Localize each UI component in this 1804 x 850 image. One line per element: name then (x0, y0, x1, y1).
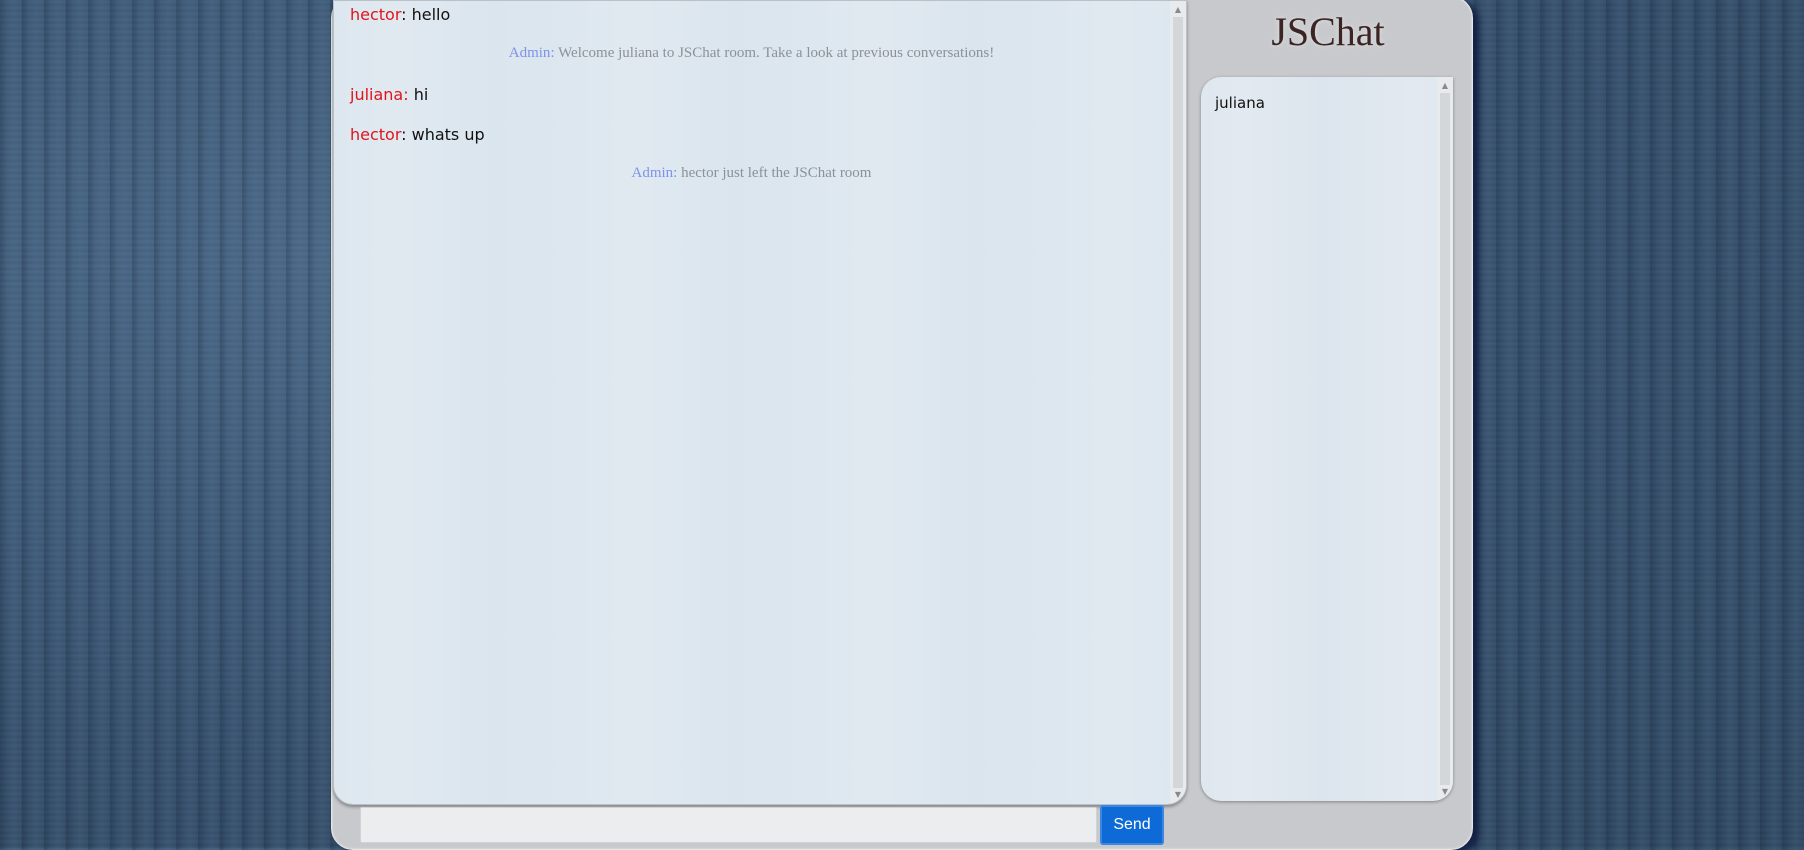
messages-scrollbar[interactable]: ▲ ▼ (1170, 1, 1186, 804)
app-title: JSChat (1271, 9, 1385, 54)
scroll-up-arrow-icon[interactable]: ▲ (1437, 79, 1453, 93)
admin-message: Admin: Welcome juliana to JSChat room. T… (508, 45, 995, 61)
messages-panel[interactable]: hector: hello Admin: Welcome juliana to … (333, 0, 1187, 805)
scrollbar-thumb[interactable] (1440, 93, 1450, 785)
message-item: juliana: hi (350, 85, 429, 104)
scroll-down-arrow-icon[interactable]: ▼ (1437, 785, 1453, 799)
admin-username: Admin (631, 165, 674, 181)
users-scrollbar[interactable]: ▲ ▼ (1437, 77, 1453, 801)
message-input[interactable] (360, 807, 1097, 843)
scrollbar-thumb[interactable] (1173, 17, 1183, 788)
message-username: hector (350, 125, 402, 144)
scroll-up-arrow-icon[interactable]: ▲ (1170, 3, 1186, 17)
message-item: hector: whats up (350, 125, 485, 144)
scroll-down-arrow-icon[interactable]: ▼ (1170, 788, 1186, 802)
message-text: hello (411, 5, 451, 24)
admin-username: Admin (508, 45, 551, 61)
send-button[interactable]: Send (1100, 805, 1164, 845)
online-users-panel: juliana ▲ ▼ (1201, 77, 1453, 801)
message-text: hi (413, 85, 429, 104)
message-item: hector: hello (350, 5, 451, 24)
admin-message-text: Welcome juliana to JSChat room. Take a l… (558, 45, 995, 61)
message-text: whats up (411, 125, 485, 144)
message-list: hector: hello Admin: Welcome juliana to … (334, 1, 1169, 804)
admin-message: Admin: hector just left the JSChat room (631, 165, 872, 181)
message-username: juliana (350, 85, 404, 104)
admin-message-text: hector just left the JSChat room (681, 165, 872, 181)
online-user-item[interactable]: juliana (1215, 94, 1265, 112)
message-username: hector (350, 5, 402, 24)
